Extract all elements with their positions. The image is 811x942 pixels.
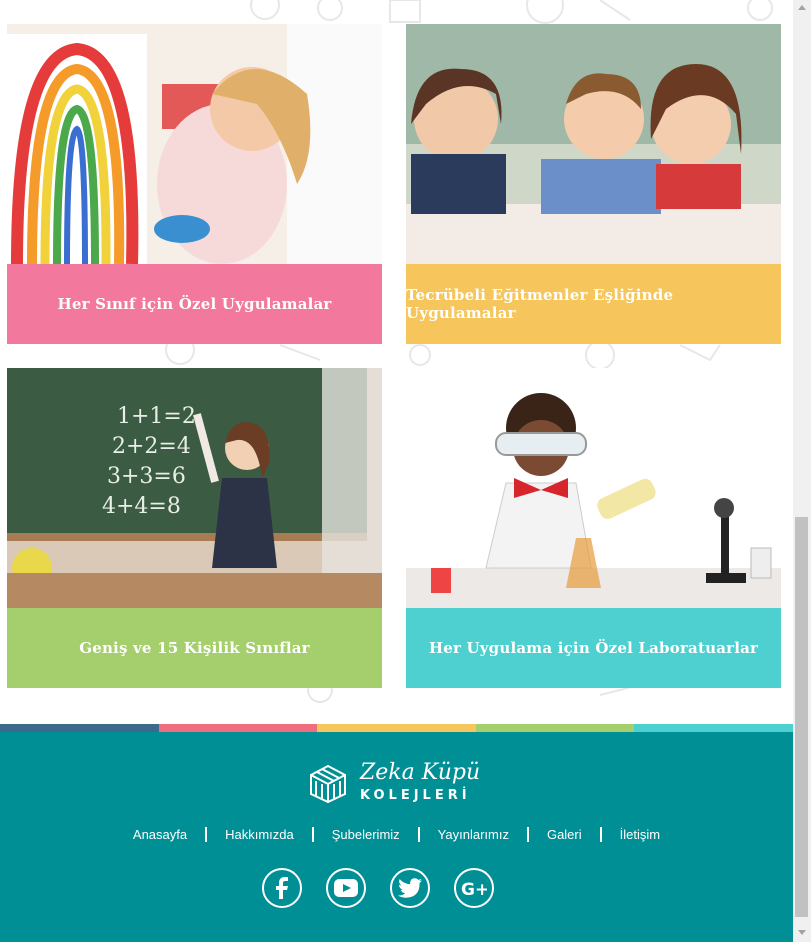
card-laboratories[interactable]: Her Uygulama için Özel Laboratuarlar	[406, 368, 781, 688]
card-image	[7, 24, 382, 264]
card-experienced-teachers[interactable]: Tecrübeli Eğitmenler Eşliğinde Uygulamal…	[406, 24, 781, 344]
google-plus-icon[interactable]: G+	[454, 868, 494, 908]
svg-text:2+2=4: 2+2=4	[112, 434, 191, 459]
logo-name: Zeka Küpü	[360, 760, 481, 785]
scrollbar-thumb[interactable]	[795, 517, 808, 917]
children-lying-on-floor-image	[406, 24, 781, 264]
vertical-scrollbar[interactable]	[793, 0, 811, 942]
card-caption: Her Uygulama için Özel Laboratuarlar	[406, 608, 781, 688]
svg-text:G+: G+	[461, 880, 487, 897]
card-caption: Tecrübeli Eğitmenler Eşliğinde Uygulamal…	[406, 264, 781, 344]
card-caption: Her Sınıf için Özel Uygulamalar	[7, 264, 382, 344]
child-painting-rainbow-image	[7, 24, 382, 264]
svg-text:3+3=6: 3+3=6	[107, 464, 186, 489]
svg-text:4+4=8: 4+4=8	[102, 494, 181, 519]
nav-about[interactable]: Hakkımızda	[207, 827, 312, 842]
youtube-icon[interactable]	[326, 868, 366, 908]
nav-gallery[interactable]: Galeri	[529, 827, 600, 842]
card-special-practice[interactable]: Her Sınıf için Özel Uygulamalar	[7, 24, 382, 344]
footer-logo[interactable]: Zeka Küpü KOLEJLERİ	[308, 760, 488, 808]
cube-logo-icon	[310, 764, 346, 804]
footer-nav: Anasayfa Hakkımızda Şubelerimiz Yayınlar…	[0, 827, 793, 842]
scroll-up-icon[interactable]	[798, 5, 806, 10]
child-scientist-lab-image	[406, 368, 781, 608]
card-image	[406, 368, 781, 608]
nav-contact[interactable]: İletişim	[602, 827, 678, 842]
social-links: G+	[262, 868, 494, 908]
logo-subtitle: KOLEJLERİ	[360, 788, 471, 803]
scroll-down-icon[interactable]	[798, 930, 806, 935]
girl-at-chalkboard-image: 1+1=2 2+2=4 3+3=6 4+4=8	[7, 368, 382, 608]
nav-branches[interactable]: Şubelerimiz	[314, 827, 418, 842]
card-caption: Geniş ve 15 Kişilik Sınıflar	[7, 608, 382, 688]
facebook-icon[interactable]	[262, 868, 302, 908]
svg-text:1+1=2: 1+1=2	[117, 404, 196, 429]
card-image	[406, 24, 781, 264]
footer: Zeka Küpü KOLEJLERİ Anasayfa Hakkımızda …	[0, 732, 793, 942]
card-image: 1+1=2 2+2=4 3+3=6 4+4=8	[7, 368, 382, 608]
page: Her Sınıf için Özel Uygulamalar Tecrübel…	[0, 0, 793, 942]
nav-publications[interactable]: Yayınlarımız	[420, 827, 527, 842]
card-classrooms[interactable]: 1+1=2 2+2=4 3+3=6 4+4=8 Geniş ve 15 Kişi…	[7, 368, 382, 688]
nav-home[interactable]: Anasayfa	[115, 827, 205, 842]
color-stripe	[0, 724, 793, 732]
twitter-icon[interactable]	[390, 868, 430, 908]
